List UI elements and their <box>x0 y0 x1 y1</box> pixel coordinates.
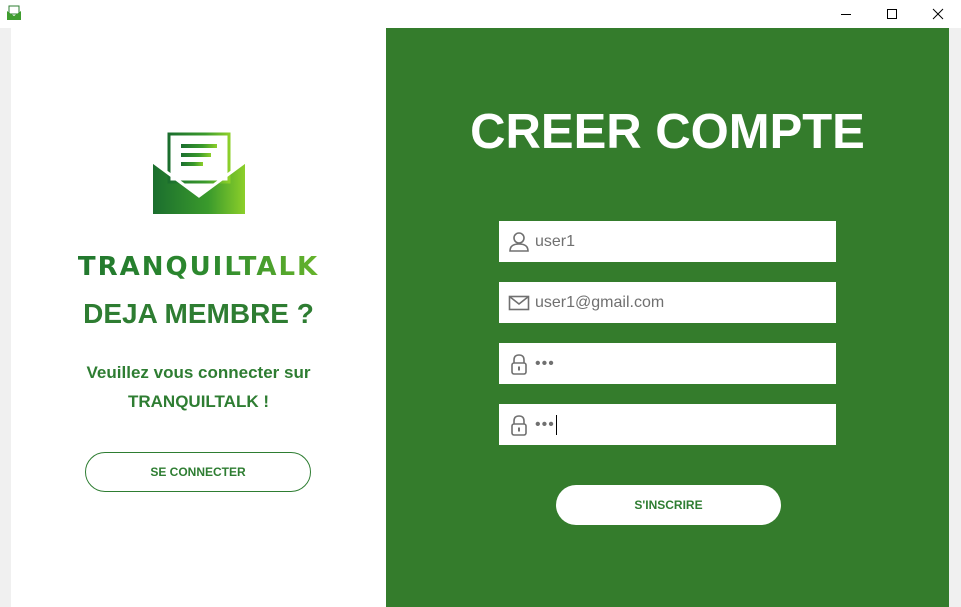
close-icon <box>932 8 944 20</box>
mail-app-icon <box>7 5 21 20</box>
already-member-heading: DEJA MEMBRE ? <box>83 298 314 329</box>
email-field[interactable]: user1@gmail.com <box>499 282 836 323</box>
close-button[interactable] <box>915 0 961 28</box>
maximize-icon <box>887 9 897 19</box>
login-prompt-panel: TRANQUILTALK DEJA MEMBRE ? Veuillez vous… <box>11 28 386 607</box>
maximize-button[interactable] <box>869 0 915 28</box>
username-field[interactable]: user1 <box>499 221 836 262</box>
envelope-icon <box>508 295 530 310</box>
signup-button[interactable]: S'INSCRIRE <box>556 485 781 525</box>
email-value: user1@gmail.com <box>535 293 665 311</box>
username-value: user1 <box>535 232 576 250</box>
password-field[interactable]: ••• <box>499 343 836 384</box>
user-icon <box>509 231 529 252</box>
lock-icon <box>511 353 527 375</box>
password-value: ••• <box>535 354 555 372</box>
window-titlebar <box>0 0 961 28</box>
login-invitation-text: Veuillez vous connecter sur TRANQUILTALK… <box>51 358 346 416</box>
connect-button[interactable]: SE CONNECTER <box>85 452 311 492</box>
lock-icon <box>511 414 527 436</box>
envelope-letter-icon <box>152 132 246 214</box>
signup-panel: CREER COMPTE user1 user1@gmail.com ••• •… <box>386 28 949 607</box>
login-invitation-line-2: TRANQUILTALK ! <box>127 392 269 411</box>
brand-name: TRANQUILTALK <box>11 252 386 282</box>
confirm-password-value: ••• <box>535 415 555 433</box>
login-invitation-line-1: Veuillez vous connecter sur <box>86 363 311 382</box>
text-cursor <box>555 414 557 435</box>
confirm-password-field[interactable]: ••• <box>499 404 836 445</box>
minimize-icon <box>841 14 851 15</box>
signup-title: CREER COMPTE <box>470 105 865 159</box>
minimize-button[interactable] <box>823 0 869 28</box>
